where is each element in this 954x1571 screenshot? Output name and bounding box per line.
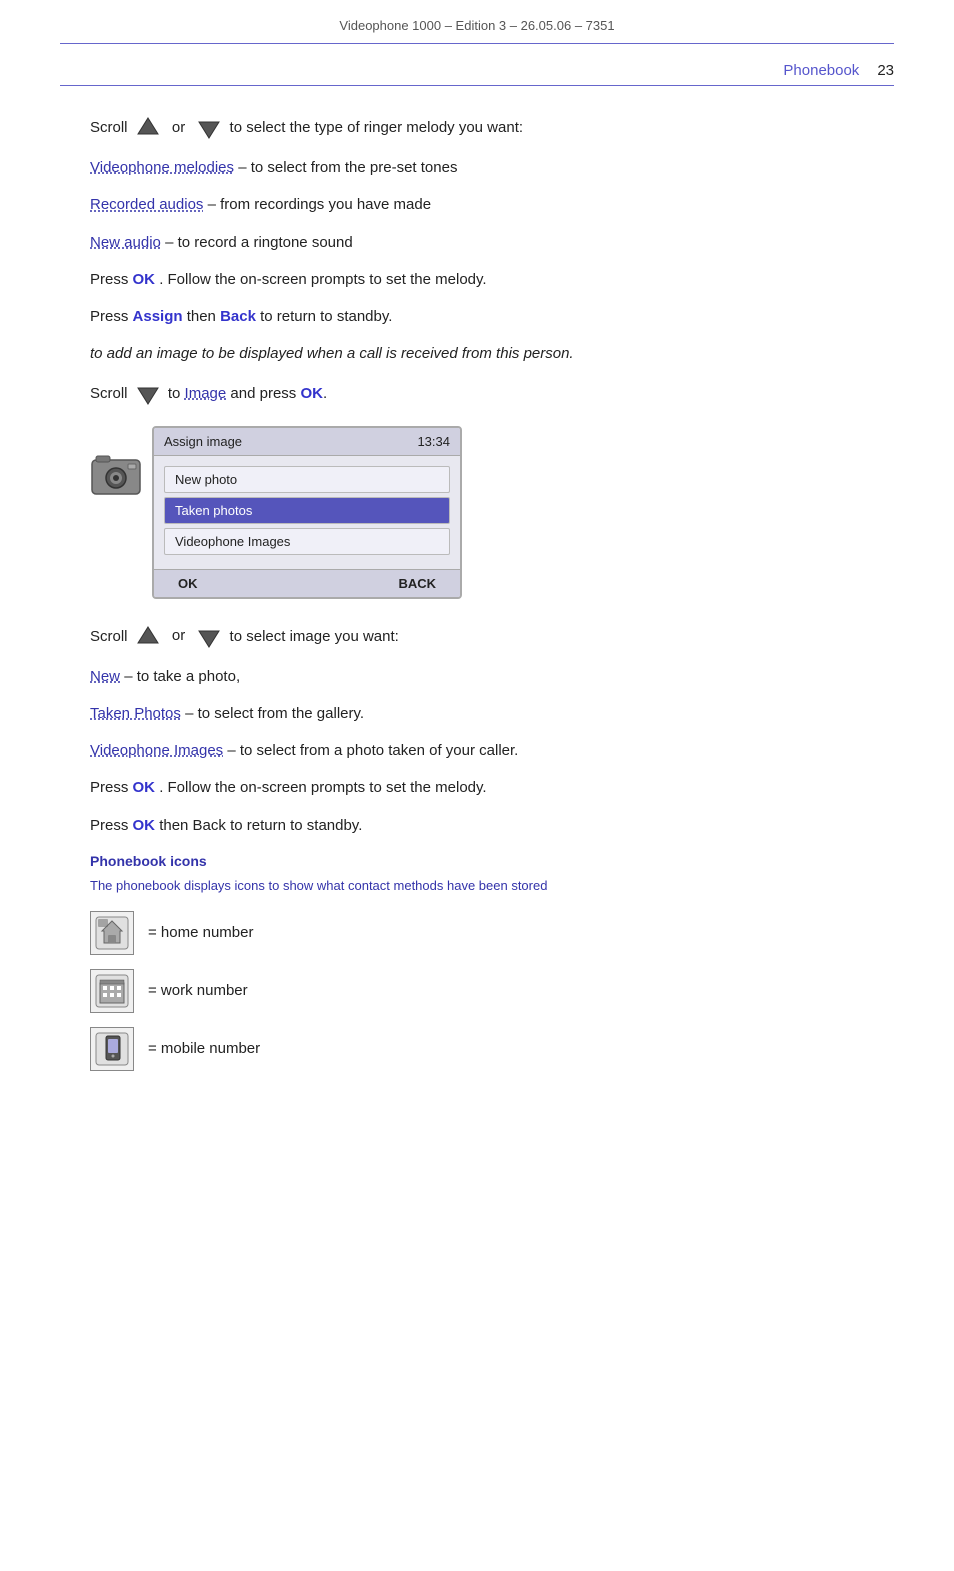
link3-desc: – to record a ringtone sound	[165, 234, 353, 251]
new-audio-para: New audio – to record a ringtone sound	[90, 231, 864, 254]
work-number-label: = work number	[148, 982, 248, 999]
screen-time: 13:34	[417, 434, 450, 449]
recorded-audios-para: Recorded audios – from recordings you ha…	[90, 193, 864, 216]
press-assign-then: then	[187, 308, 216, 325]
divider-line	[60, 85, 894, 86]
scroll-label-2: Scroll	[90, 627, 128, 644]
ok-1-bold: OK	[133, 271, 156, 288]
phonebook-icons-desc: The phonebook displays icons to show wha…	[90, 876, 864, 896]
link4-desc: – to take a photo,	[124, 668, 240, 685]
home-number-label: = home number	[148, 924, 253, 941]
mobile-number-label: = mobile number	[148, 1040, 260, 1057]
phone-screen-titlebar: Assign image 13:34	[154, 428, 460, 456]
link6-desc: – to select from a photo taken of your c…	[227, 742, 518, 759]
footer-ok[interactable]: OK	[178, 576, 198, 591]
header-title: Videophone 1000 – Edition 3 – 26.05.06 –…	[339, 18, 614, 33]
scroll-up-icon-2	[134, 623, 162, 651]
new-link[interactable]: New	[90, 668, 120, 685]
scroll-label-2-end: to select image you want:	[230, 627, 399, 644]
menu-item-videophone-images[interactable]: Videophone Images	[164, 528, 450, 555]
press-ok-1-end: . Follow the on-screen prompts to set th…	[159, 271, 486, 288]
scroll-para-1: Scroll or to select the type of ringer m…	[90, 114, 864, 142]
phonebook-icons-section: Phonebook icons The phonebook displays i…	[90, 851, 864, 897]
image-link[interactable]: Image	[185, 384, 227, 401]
screen-title: Assign image	[164, 434, 242, 449]
mobile-number-icon	[94, 1031, 130, 1067]
scroll-image-ok: OK	[300, 384, 323, 401]
phone-screen-container: Assign image 13:34 New photo Taken photo…	[90, 426, 864, 599]
scroll-down-icon	[195, 114, 223, 142]
new-para: New – to take a photo,	[90, 665, 864, 688]
videophone-melodies-para: Videophone melodies – to select from the…	[90, 156, 864, 179]
home-number-icon	[94, 915, 130, 951]
press-ok-2-end: . Follow the on-screen prompts to set th…	[159, 779, 486, 796]
work-icon-box	[90, 969, 134, 1013]
work-icon-row: = work number	[90, 969, 864, 1013]
taken-photos-para: Taken Photos – to select from the galler…	[90, 702, 864, 725]
scroll-image-para: Scroll to Image and press OK.	[90, 380, 864, 408]
camera-icon	[90, 454, 142, 498]
scroll-para-2: Scroll or to select image you want:	[90, 623, 864, 651]
phone-screen-footer: OK BACK	[154, 569, 460, 597]
menu-item-new-photo[interactable]: New photo	[164, 466, 450, 493]
scroll-label-1-end: to select the type of ringer melody you …	[230, 119, 524, 136]
videophone-images-link[interactable]: Videophone Images	[90, 742, 223, 759]
recorded-audios-link[interactable]: Recorded audios	[90, 196, 203, 213]
camera-icon-area	[90, 454, 142, 502]
mobile-icon-box	[90, 1027, 134, 1071]
scroll-image-press: and press	[230, 384, 296, 401]
footer-back[interactable]: BACK	[398, 576, 436, 591]
menu-item-taken-photos[interactable]: Taken photos	[164, 497, 450, 524]
new-audio-link[interactable]: New audio	[90, 234, 161, 251]
press-ok-2-label: Press	[90, 779, 128, 796]
back-bold: Back	[220, 308, 256, 325]
or-text-2: or	[172, 627, 185, 644]
section-name: Phonebook	[783, 62, 859, 79]
scroll-image-label: Scroll	[90, 384, 128, 401]
or-text-1: or	[172, 119, 185, 136]
home-icon-box	[90, 911, 134, 955]
press-ok-1-label: Press	[90, 271, 128, 288]
page-header: Videophone 1000 – Edition 3 – 26.05.06 –…	[0, 0, 954, 43]
main-content: Scroll or to select the type of ringer m…	[0, 114, 954, 1125]
mobile-icon-row: = mobile number	[90, 1027, 864, 1071]
home-icon-row: = home number	[90, 911, 864, 955]
phone-screen: Assign image 13:34 New photo Taken photo…	[152, 426, 462, 599]
press-ok-3-para: Press OK then Back to return to standby.	[90, 814, 864, 837]
scroll-up-icon	[134, 114, 162, 142]
videophone-images-para: Videophone Images – to select from a pho…	[90, 739, 864, 762]
scroll-image-icon	[134, 380, 162, 408]
press-assign-end: to return to standby.	[260, 308, 392, 325]
phone-screen-body: New photo Taken photos Videophone Images	[154, 456, 460, 563]
press-ok-1-para: Press OK . Follow the on-screen prompts …	[90, 268, 864, 291]
page-number-area: Phonebook 23	[0, 44, 954, 83]
scroll-down-icon-2	[195, 623, 223, 651]
taken-photos-link[interactable]: Taken Photos	[90, 705, 181, 722]
assign-bold: Assign	[133, 308, 183, 325]
press-assign-para: Press Assign then Back to return to stan…	[90, 305, 864, 328]
work-number-icon	[94, 973, 130, 1009]
videophone-melodies-link[interactable]: Videophone melodies	[90, 159, 234, 176]
link5-desc: – to select from the gallery.	[185, 705, 364, 722]
italic-text: to add an image to be displayed when a c…	[90, 345, 574, 362]
page-number: 23	[877, 62, 894, 79]
press-ok-3-then: then Back to return to standby.	[159, 817, 362, 834]
scroll-image-to: to	[168, 384, 181, 401]
press-assign-label: Press	[90, 308, 128, 325]
ok-3-bold: OK	[133, 817, 156, 834]
link2-desc: – from recordings you have made	[208, 196, 431, 213]
press-ok-3-label: Press	[90, 817, 128, 834]
link1-desc: – to select from the pre-set tones	[238, 159, 457, 176]
phonebook-icons-title: Phonebook icons	[90, 851, 864, 873]
scroll-label-1: Scroll	[90, 119, 128, 136]
ok-2-bold: OK	[133, 779, 156, 796]
italic-para: to add an image to be displayed when a c…	[90, 342, 864, 365]
press-ok-2-para: Press OK . Follow the on-screen prompts …	[90, 776, 864, 799]
